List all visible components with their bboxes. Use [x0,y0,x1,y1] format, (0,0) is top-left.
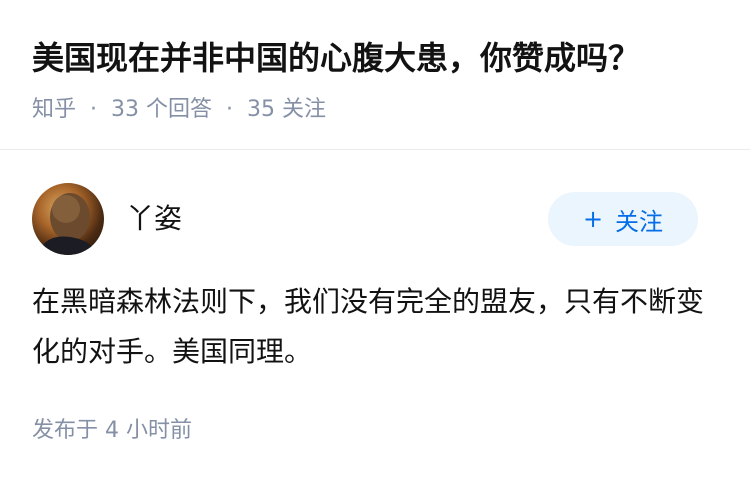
meta-separator: · [226,97,234,122]
person-avatar-icon [38,193,98,255]
answer-content: 在黑暗森林法则下，我们没有完全的盟友，只有不断变化的对手。美国同理。 [32,285,705,368]
meta-separator: · [90,97,98,122]
answer-card: 丫姿 + 关注 在黑暗森林法则下，我们没有完全的盟友，只有不断变化的对手。美国同… [0,151,750,482]
followers-count[interactable]: 35 关注 [247,97,326,122]
answers-count[interactable]: 33 个回答 [111,97,212,122]
author-name[interactable]: 丫姿 [126,201,182,237]
question-header: 美国现在并非中国的心腹大患，你赞成吗？ 知乎 · 33 个回答 · 35 关注 [0,0,750,150]
source-label[interactable]: 知乎 [32,97,76,122]
question-meta: 知乎 · 33 个回答 · 35 关注 [32,92,326,128]
publish-time: 发布于 4 小时前 [32,418,192,443]
follow-button[interactable]: + 关注 [548,192,698,246]
follow-button-label: 关注 [615,207,664,236]
avatar[interactable] [32,183,104,255]
question-title[interactable]: 美国现在并非中国的心腹大患，你赞成吗？ [32,36,640,80]
plus-icon: + [582,205,604,233]
